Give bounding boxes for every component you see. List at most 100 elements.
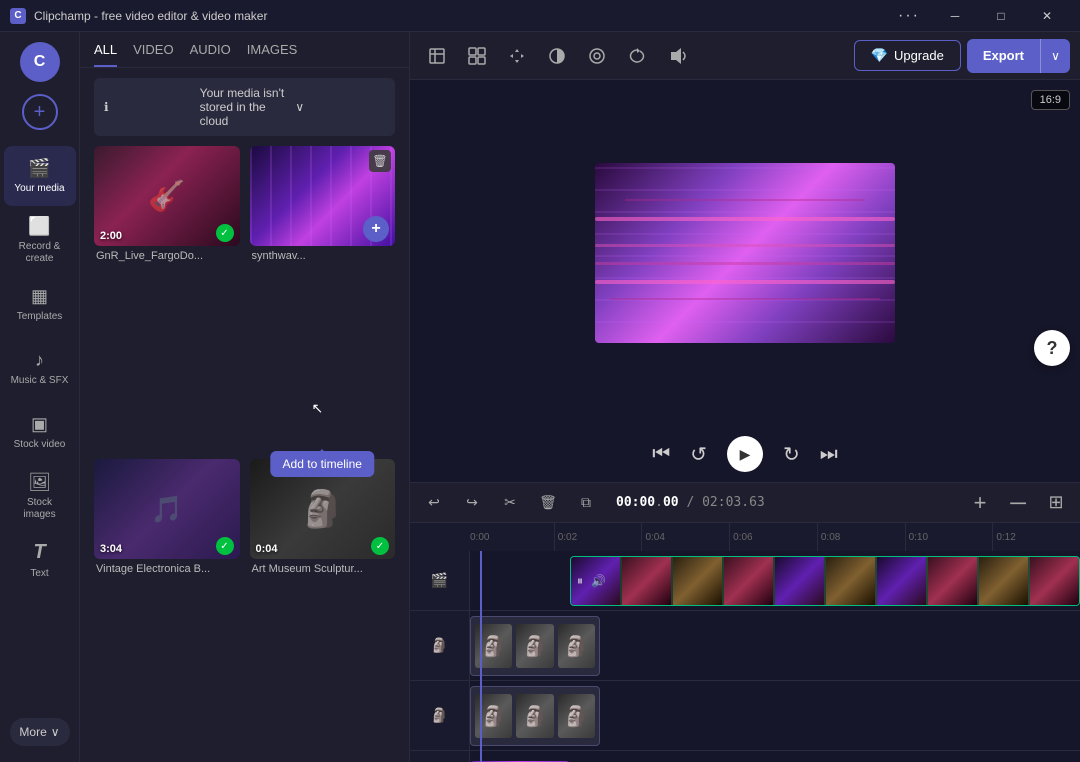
cut-button[interactable]: ✂: [496, 489, 524, 517]
track-content[interactable]: 🗿 🗿 🗿: [470, 611, 1080, 680]
preview-scanlines: [595, 163, 895, 343]
media-item-name: Vintage Electronica B...: [94, 563, 240, 575]
sidebar-more-button[interactable]: More ∨: [10, 718, 70, 746]
upgrade-button[interactable]: 💎 Upgrade: [854, 40, 961, 71]
video-frame: [928, 557, 977, 605]
filter-icon: [588, 47, 606, 65]
tab-video[interactable]: VIDEO: [133, 42, 173, 67]
help-button[interactable]: ?: [1034, 330, 1070, 366]
cloud-storage-bar[interactable]: ℹ Your media isn't stored in the cloud ∨: [94, 78, 395, 136]
close-button[interactable]: ✕: [1024, 0, 1070, 32]
video-frame: [979, 557, 1028, 605]
delete-media-button[interactable]: 🗑: [369, 150, 391, 172]
titlebar-more-btn[interactable]: ···: [886, 0, 932, 32]
media-duration: 3:04: [100, 543, 122, 555]
rewind-button[interactable]: ↺: [690, 442, 707, 467]
media-thumbnail[interactable]: 🎸 2:00 ✓: [94, 146, 240, 246]
tab-audio[interactable]: AUDIO: [190, 42, 231, 67]
export-dropdown-button[interactable]: ∨: [1040, 39, 1070, 73]
sculpture-clip-2[interactable]: 🗿 🗿 🗿: [470, 686, 600, 746]
sidebar-item-stock-video[interactable]: ▣ Stock video: [4, 402, 76, 462]
skip-to-end-button[interactable]: ⏭: [820, 443, 838, 466]
media-thumbnail[interactable]: 🗑 +: [250, 146, 396, 246]
ruler-marks: 0:00 0:02 0:04 0:06 0:08 0:10 0:12: [470, 523, 1080, 551]
export-button[interactable]: Export: [967, 41, 1040, 70]
track-content[interactable]: [470, 751, 1080, 762]
clip-pause-icon: ⏸: [577, 574, 583, 589]
preview-video-background: [595, 163, 895, 343]
video-line-3: [595, 262, 895, 265]
right-panel: 💎 Upgrade Export ∨: [410, 32, 1080, 762]
app-body: C + 🎬 Your media ⬜ Record & create ▦ Tem…: [0, 32, 1080, 762]
video-track-icon: 🎬: [431, 572, 448, 589]
timeline-tracks: 🎬: [410, 551, 1080, 762]
media-duration: 0:04: [256, 543, 278, 555]
sidebar-item-record-create[interactable]: ⬜ Record & create: [4, 210, 76, 270]
preview-video: [595, 163, 895, 343]
timeline-area: ↩ ↪ ✂ 🗑 ⧉ 00:00.00 / 02:03.63 + ─ ⊞ 0:00: [410, 482, 1080, 762]
tab-all[interactable]: ALL: [94, 42, 117, 67]
cloud-bar-text: Your media isn't stored in the cloud: [200, 86, 290, 128]
delete-clip-button[interactable]: 🗑: [534, 489, 562, 517]
media-thumbnail[interactable]: 🎵 3:04 ✓: [94, 459, 240, 559]
media-item-name: Art Museum Sculptur...: [250, 563, 396, 575]
track-content[interactable]: ⏸ 🔊: [470, 551, 1080, 610]
zoom-out-button[interactable]: ─: [1004, 489, 1032, 517]
media-tabs: ALL VIDEO AUDIO IMAGES: [80, 32, 409, 68]
color-button[interactable]: [540, 39, 574, 73]
sidebar-item-label: Text: [30, 568, 48, 580]
sidebar-item-label: Stock video: [14, 439, 66, 451]
sculpture-thumb-3: 🗿: [558, 624, 595, 668]
redo-button[interactable]: ↪: [458, 489, 486, 517]
skip-to-start-button[interactable]: ⏮: [652, 443, 670, 466]
maximize-button[interactable]: □: [978, 0, 1024, 32]
check-icon: ✓: [371, 537, 389, 555]
sidebar-item-templates[interactable]: ▦ Templates: [4, 274, 76, 334]
timeline-ruler: 0:00 0:02 0:04 0:06 0:08 0:10 0:12: [410, 523, 1080, 551]
add-to-timeline-button[interactable]: +: [363, 216, 389, 242]
forward-button[interactable]: ↻: [783, 442, 800, 467]
media-panel: ALL VIDEO AUDIO IMAGES ℹ Your media isn'…: [80, 32, 410, 762]
crop-button[interactable]: [420, 39, 454, 73]
motion-button[interactable]: [620, 39, 654, 73]
filter-button[interactable]: [580, 39, 614, 73]
list-item: 🎸 2:00 ✓ GnR_Live_FargoDo...: [94, 146, 240, 449]
sidebar-item-stock-images[interactable]: 🖼 Stock images: [4, 466, 76, 526]
chevron-down-icon: ∨: [295, 100, 385, 114]
transform-button[interactable]: [500, 39, 534, 73]
video-line-5: [625, 199, 865, 201]
music-sfx-icon: ♪: [35, 350, 44, 371]
sidebar-item-your-media[interactable]: 🎬 Your media: [4, 146, 76, 206]
tab-images[interactable]: IMAGES: [247, 42, 298, 67]
undo-button[interactable]: ↩: [420, 489, 448, 517]
ruler-mark: 0:10: [905, 523, 993, 551]
ruler-mark: 0:06: [729, 523, 817, 551]
timeline-playhead[interactable]: [480, 551, 482, 762]
add-track-button[interactable]: +: [966, 489, 994, 517]
play-pause-button[interactable]: ▶: [727, 436, 763, 472]
fit-timeline-button[interactable]: ⊞: [1042, 489, 1070, 517]
sidebar-item-text[interactable]: T Text: [4, 530, 76, 590]
upgrade-label: Upgrade: [894, 48, 944, 63]
info-icon: ℹ: [104, 100, 194, 114]
add-media-button[interactable]: +: [22, 94, 58, 130]
copy-button[interactable]: ⧉: [572, 489, 600, 517]
sidebar-item-label: Music & SFX: [11, 375, 69, 387]
trim-button[interactable]: [460, 39, 494, 73]
sidebar-item-music-sfx[interactable]: ♪ Music & SFX: [4, 338, 76, 398]
titlebar: C Clipchamp - free video editor & video …: [0, 0, 1080, 32]
track-content[interactable]: 🗿 🗿 🗿: [470, 681, 1080, 750]
sculpture-clip[interactable]: 🗿 🗿 🗿: [470, 616, 600, 676]
sidebar-item-label: Record & create: [10, 241, 70, 265]
audio-edit-button[interactable]: [660, 39, 694, 73]
upgrade-icon: 💎: [871, 47, 888, 64]
your-media-icon: 🎬: [28, 158, 50, 179]
sculpture-thumb-2: 🗿: [516, 624, 553, 668]
crop-icon: [428, 47, 446, 65]
templates-icon: ▦: [31, 286, 48, 307]
video-clip[interactable]: ⏸ 🔊: [570, 556, 1080, 606]
minimize-button[interactable]: ─: [932, 0, 978, 32]
list-item: 🗿 0:04 ✓ Art Museum Sculptur...: [250, 459, 396, 762]
track-label: 🗿: [410, 681, 470, 750]
video-frame: [724, 557, 773, 605]
